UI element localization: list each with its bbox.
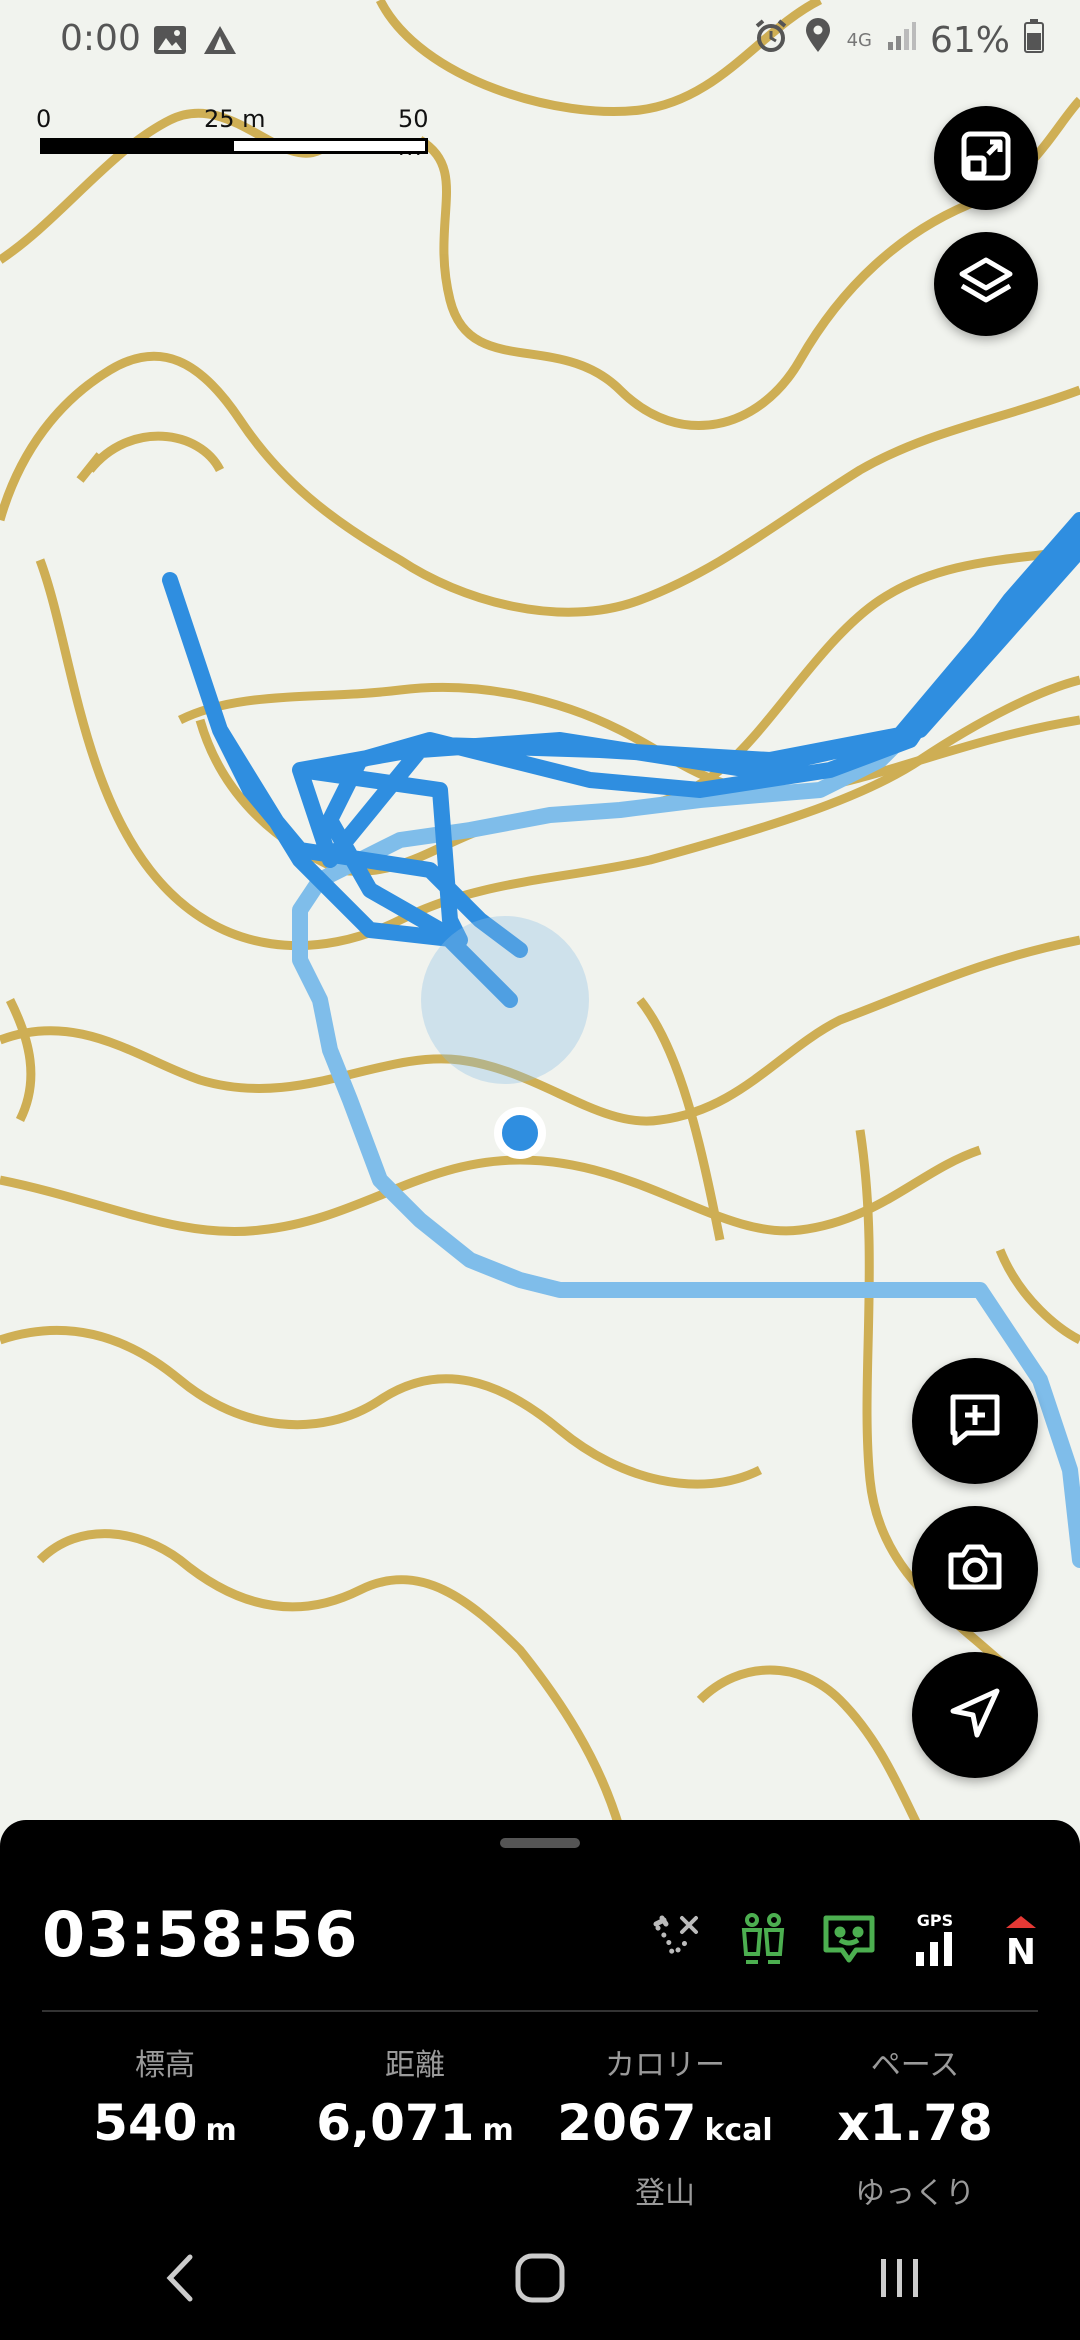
status-right: 4G 61%: [753, 18, 1044, 63]
battery-percent: 61%: [929, 20, 1010, 61]
climbers-icon[interactable]: [734, 1910, 792, 1968]
stat-label: カロリー: [605, 2048, 725, 2083]
alarm-icon: [753, 18, 789, 63]
add-note-button[interactable]: [912, 1358, 1038, 1484]
gps-label: GPS: [917, 1911, 953, 1930]
status-icons: GPS N: [648, 1910, 1050, 1973]
elapsed-time: 03:58:56: [42, 1898, 359, 1971]
home-icon: [514, 2252, 566, 2308]
status-bar: 0:00 4G 61%: [0, 0, 1080, 80]
back-button[interactable]: [120, 2240, 240, 2320]
resize-icon: [958, 128, 1014, 188]
layers-button[interactable]: [934, 232, 1038, 336]
compass-north-icon[interactable]: N: [992, 1910, 1050, 1973]
battery-icon: [1024, 19, 1044, 62]
layers-icon: [956, 252, 1016, 316]
resize-map-button[interactable]: [934, 106, 1038, 210]
status-time: 0:00: [60, 18, 141, 59]
stat-subtitle: 登山: [635, 2176, 695, 2211]
stat-value: x1.78: [837, 2094, 993, 2152]
stat-label: 距離: [385, 2048, 445, 2083]
back-icon: [160, 2253, 200, 2307]
image-icon: [152, 24, 188, 65]
panel-drag-handle[interactable]: [500, 1838, 580, 1848]
home-button[interactable]: [480, 2240, 600, 2320]
recents-button[interactable]: [840, 2240, 960, 2320]
current-location-dot: [494, 1107, 546, 1159]
chat-icon[interactable]: [820, 1910, 878, 1968]
camera-button[interactable]: [912, 1506, 1038, 1632]
stat-value: 6,071 m: [316, 2094, 514, 2152]
system-navigation-bar: [0, 2220, 1080, 2340]
stats-row: 標高 540 m 距離 6,071 m カロリー 2067 kcal 登山 ペース x…: [0, 2030, 1080, 2212]
scale-label-mid: 25 m: [204, 105, 266, 133]
route-off-icon[interactable]: [648, 1910, 706, 1968]
signal-icon: [886, 20, 916, 61]
scale-bar-graphic: [40, 138, 428, 154]
stat-subtitle: ゆっくり: [855, 2176, 975, 2211]
add-note-icon: [947, 1391, 1003, 1451]
panel-divider: [42, 2010, 1038, 2012]
map-scale-bar: 0 25 m 50 m: [36, 105, 436, 165]
stat-label: ペース: [870, 2048, 960, 2083]
navigation-icon: [947, 1685, 1003, 1745]
gps-signal-icon[interactable]: GPS: [906, 1910, 964, 1968]
stat-value: 2067 kcal: [557, 2094, 773, 2152]
navigation-button[interactable]: [912, 1652, 1038, 1778]
stat-pace: ペース x1.78 ゆっくり: [790, 2030, 1040, 2212]
scale-label-zero: 0: [36, 105, 52, 133]
location-accuracy-circle: [421, 916, 589, 1084]
triangle-app-icon: [202, 24, 238, 65]
camera-icon: [945, 1539, 1005, 1599]
location-icon: [803, 18, 833, 63]
stat-label: 標高: [135, 2048, 195, 2083]
network-type: 4G: [846, 30, 872, 51]
stat-calories: カロリー 2067 kcal 登山: [540, 2030, 790, 2212]
stat-distance: 距離 6,071 m: [290, 2030, 540, 2212]
stat-elevation: 標高 540 m: [40, 2030, 290, 2212]
compass-north-label: N: [1006, 1932, 1036, 1968]
stat-value: 540 m: [93, 2094, 237, 2152]
recents-icon: [875, 2253, 925, 2307]
